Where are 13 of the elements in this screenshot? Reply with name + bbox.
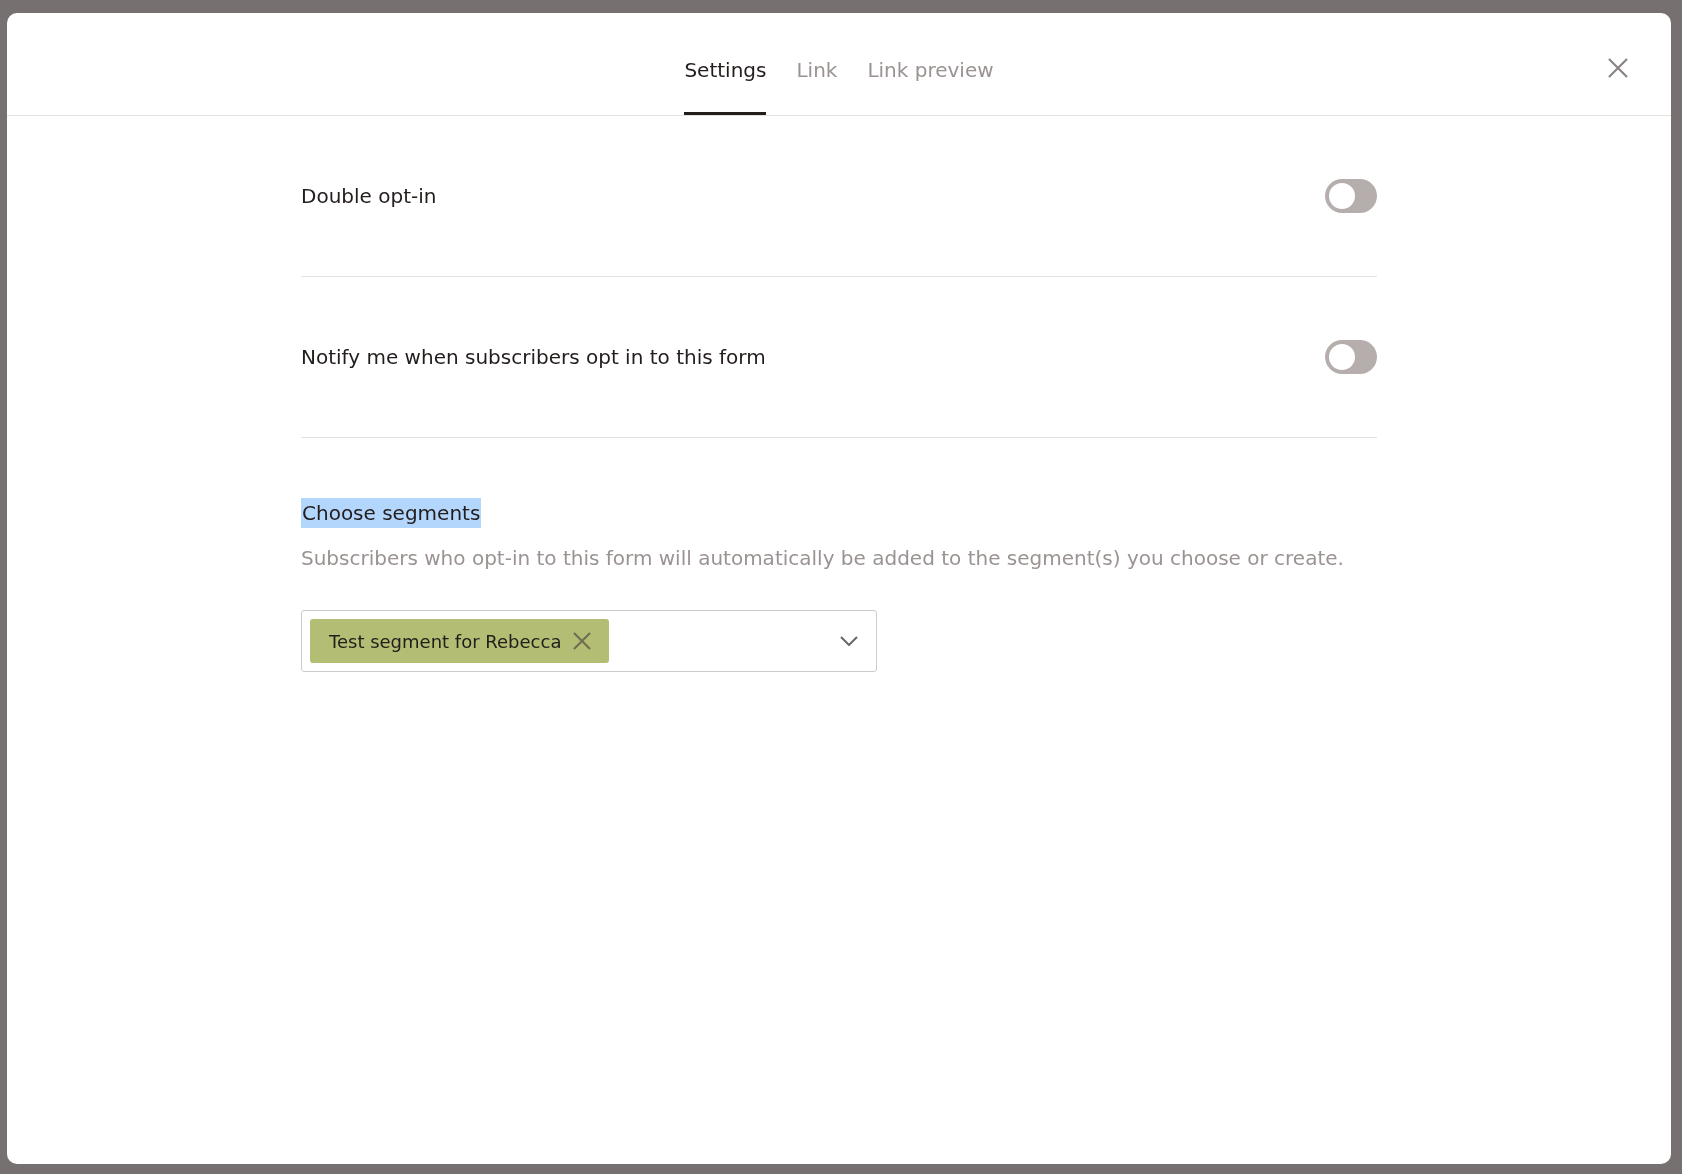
description-text: Subscribers who opt-in to this form will automatically be added to the segment(s) you choose or create. xyxy=(301,545,1345,572)
chevron-down-icon xyxy=(840,636,858,646)
toggle-switch[interactable] xyxy=(1325,340,1377,374)
tab[interactable]: Settings xyxy=(684,58,767,115)
setting-label: Notify me when subscribers opt in to this form xyxy=(301,345,766,369)
remove-button[interactable] xyxy=(573,632,592,650)
close-icon xyxy=(1607,57,1629,79)
tag-label: Test segment for Rebecca xyxy=(329,630,562,652)
toggle-switch[interactable] xyxy=(1325,179,1377,213)
segment-select[interactable]: Test segment for Rebecca xyxy=(301,610,877,672)
setting-label: Double opt-in xyxy=(301,184,437,208)
close-icon xyxy=(573,632,592,650)
section-heading: Choose segments xyxy=(301,498,482,528)
